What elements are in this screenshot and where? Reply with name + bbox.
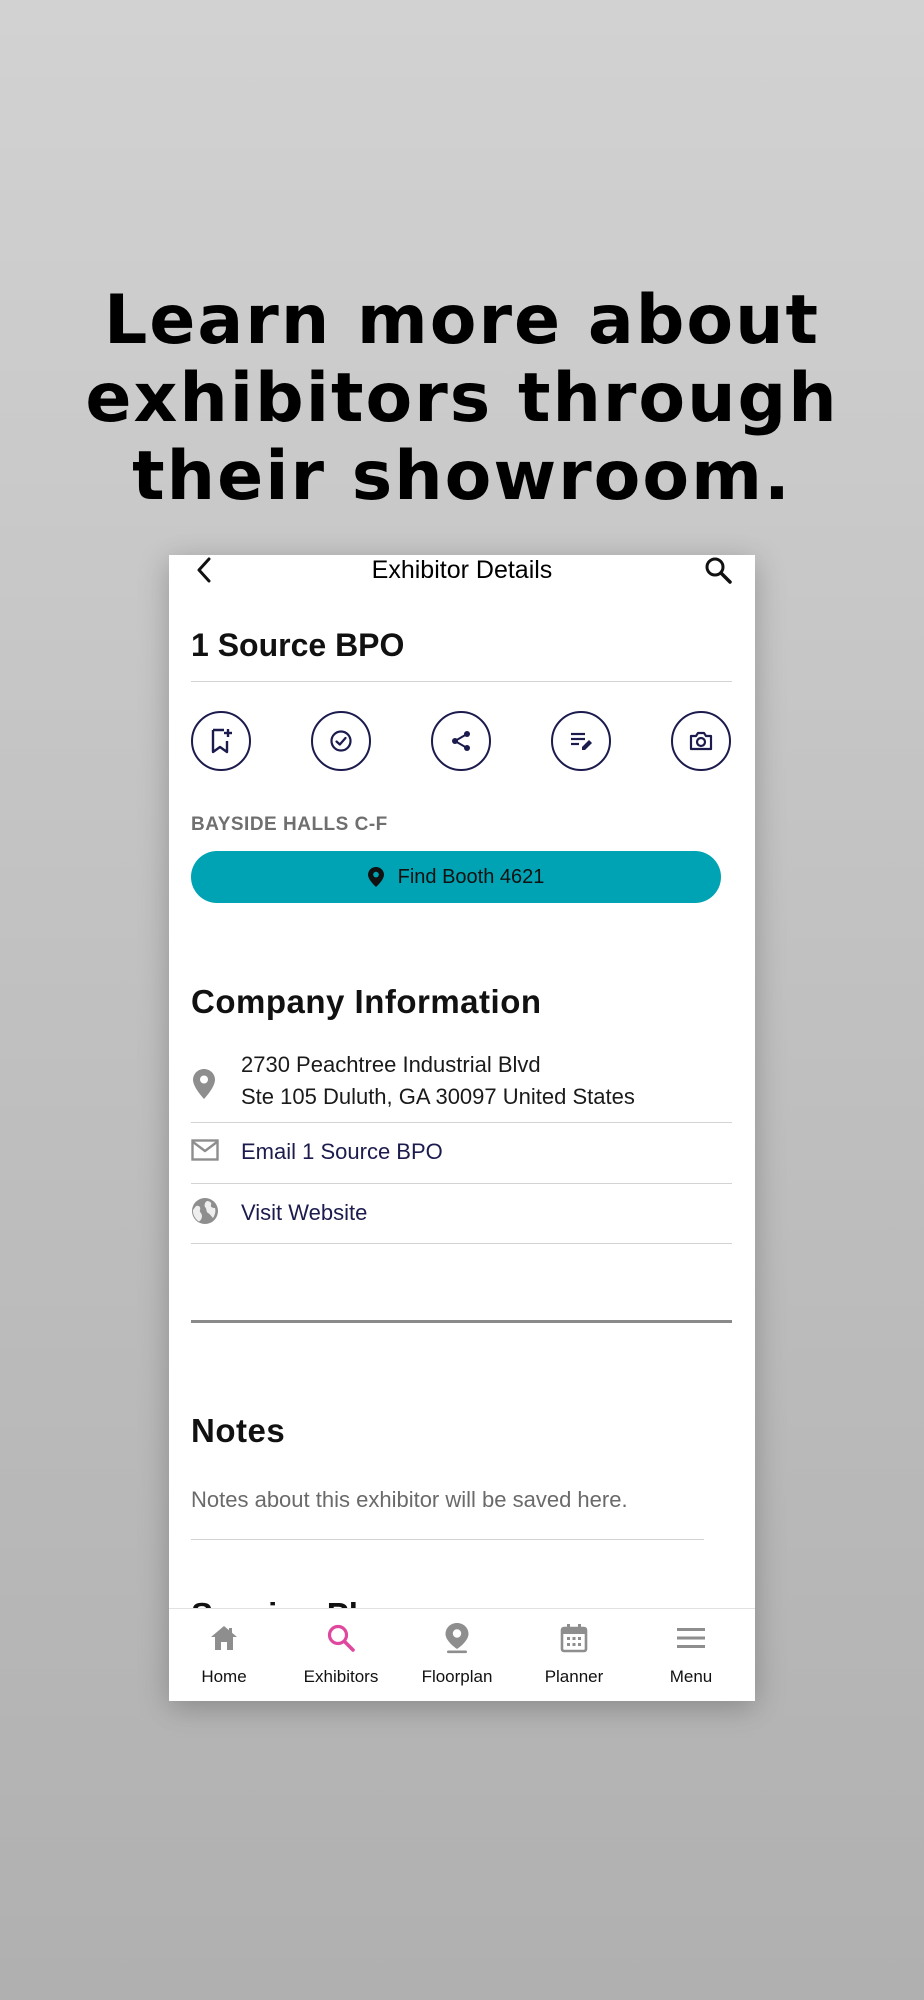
note-edit-icon	[571, 732, 592, 750]
tab-label: Menu	[669, 1667, 713, 1686]
tab-home[interactable]: Home	[169, 1609, 279, 1701]
bookmark-add-button[interactable]	[191, 711, 251, 771]
tab-label: Exhibitors	[303, 1667, 379, 1686]
email-link[interactable]: Email 1 Source BPO	[241, 1136, 443, 1168]
home-icon	[169, 1621, 279, 1655]
tab-floorplan[interactable]: Floorplan	[402, 1609, 512, 1701]
divider	[191, 681, 732, 682]
search-icon	[286, 1621, 396, 1655]
map-pin-icon	[367, 867, 384, 887]
promo-headline: Learn more about exhibitors through thei…	[0, 282, 924, 516]
find-booth-label: Find Booth 4621	[397, 865, 545, 888]
headline-line: Learn more about	[103, 281, 821, 360]
search-button[interactable]	[703, 555, 733, 585]
globe-icon	[191, 1197, 219, 1225]
share-icon	[452, 731, 470, 751]
address-line-2: Ste 105 Duluth, GA 30097 United States	[241, 1084, 635, 1109]
action-row	[191, 711, 733, 771]
bookmark-add-icon	[211, 728, 232, 754]
tab-bar: Home Exhibitors Floorplan Planner Menu	[169, 1608, 755, 1701]
calendar-icon	[519, 1621, 629, 1655]
tab-menu[interactable]: Menu	[636, 1609, 746, 1701]
notes-placeholder[interactable]: Notes about this exhibitor will be saved…	[191, 1485, 628, 1515]
page-title: Exhibitor Details	[371, 556, 553, 584]
hall-label: BAYSIDE HALLS C-F	[191, 814, 388, 835]
notes-title: Notes	[191, 1412, 286, 1449]
tab-label: Home	[201, 1667, 247, 1686]
share-button[interactable]	[431, 711, 491, 771]
tab-planner[interactable]: Planner	[519, 1609, 629, 1701]
address-row[interactable]: 2730 Peachtree Industrial Blvd Ste 105 D…	[191, 1049, 732, 1123]
camera-icon	[689, 731, 713, 751]
headline-line: exhibitors through	[85, 359, 839, 438]
search-icon	[705, 557, 732, 584]
map-pin-icon	[402, 1621, 512, 1655]
exhibitor-name: 1 Source BPO	[191, 627, 405, 663]
phone-screen: Exhibitor Details 1 Source BPO BAYSIDE H…	[169, 555, 755, 1701]
add-note-button[interactable]	[551, 711, 611, 771]
check-circle-icon	[330, 730, 352, 752]
divider	[191, 1539, 704, 1540]
address-line-1: 2730 Peachtree Industrial Blvd	[241, 1052, 541, 1077]
section-divider	[191, 1320, 732, 1323]
website-link[interactable]: Visit Website	[241, 1197, 367, 1229]
headline-line: their showroom.	[132, 437, 792, 516]
find-booth-button[interactable]: Find Booth 4621	[191, 851, 721, 903]
photo-button[interactable]	[671, 711, 731, 771]
navigation-bar: Exhibitor Details	[169, 555, 755, 585]
email-row[interactable]: Email 1 Source BPO	[191, 1125, 732, 1184]
tab-label: Planner	[544, 1667, 604, 1686]
mark-visited-button[interactable]	[311, 711, 371, 771]
location-pin-icon	[191, 1067, 217, 1101]
menu-icon	[636, 1621, 746, 1655]
tab-label: Floorplan	[421, 1667, 493, 1686]
company-info-title: Company Information	[191, 983, 542, 1020]
website-row[interactable]: Visit Website	[191, 1185, 732, 1244]
tab-exhibitors[interactable]: Exhibitors	[286, 1609, 396, 1701]
mail-icon	[191, 1138, 219, 1162]
